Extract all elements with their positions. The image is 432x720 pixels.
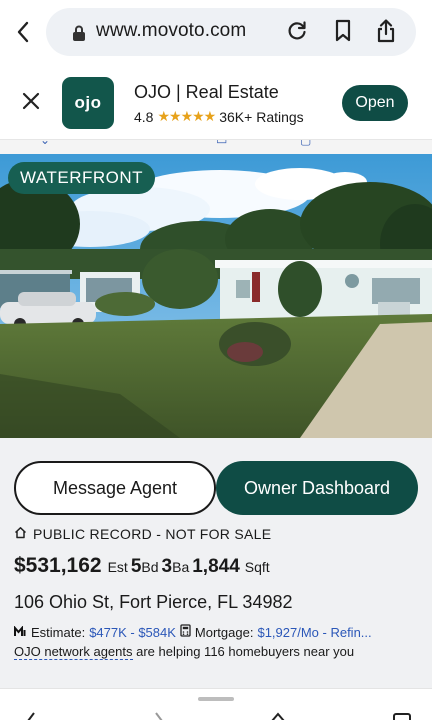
house-photo-illustration: [0, 154, 432, 438]
browser-toolbar: www.movoto.com: [0, 0, 432, 66]
app-install-banner: ojo OJO | Real Estate 4.8 ★★★★★ 36K+ Rat…: [0, 66, 432, 140]
mortgage-link[interactable]: $1,927/Mo - Refin...: [257, 625, 371, 640]
beds-count: 5: [130, 556, 142, 577]
app-rating: 4.8 ★★★★★ 36K+ Ratings: [134, 108, 304, 125]
open-app-button[interactable]: Open: [342, 85, 408, 121]
share-icon[interactable]: [376, 18, 396, 49]
sqft-count: 1,844: [192, 556, 240, 577]
network-agents-text: OJO network agents are helping 116 homeb…: [14, 644, 355, 660]
drag-handle[interactable]: [198, 697, 234, 701]
forward-nav-icon[interactable]: [150, 711, 170, 720]
waterfront-badge: WATERFRONT: [8, 162, 156, 194]
estimate-range-link[interactable]: $477K - $584K: [89, 625, 176, 640]
ratings-count: 36K+ Ratings: [219, 108, 304, 125]
strip-fragment: ⌄: [40, 140, 51, 147]
owner-dashboard-button[interactable]: Owner Dashboard: [216, 461, 418, 515]
strip-fragment: ▢: [300, 140, 312, 147]
estimate-row: Estimate: $477K - $584K Mortgage: $1,927…: [14, 624, 424, 640]
listing-details: Message Agent Owner Dashboard PUBLIC REC…: [0, 438, 432, 688]
home-nav-icon[interactable]: [268, 711, 288, 720]
bookmark-icon[interactable]: [334, 19, 352, 48]
back-icon[interactable]: [10, 18, 36, 46]
ojo-network-link[interactable]: OJO network agents: [14, 644, 133, 660]
status-text: PUBLIC RECORD - NOT FOR SALE: [33, 526, 272, 542]
listing-status: PUBLIC RECORD - NOT FOR SALE: [14, 526, 271, 542]
price-unit: Est: [107, 559, 128, 575]
message-agent-button[interactable]: Message Agent: [14, 461, 216, 515]
tabs-nav-icon[interactable]: [392, 711, 412, 720]
baths-unit: Ba: [172, 559, 190, 575]
strip-fragment: ▭: [216, 140, 228, 147]
bottom-navigation-bar: [0, 688, 432, 720]
scrolled-toolbar-strip: ⌄ ▭ ▢: [0, 140, 432, 154]
mortgage-label: Mortgage:: [194, 624, 254, 640]
back-nav-icon[interactable]: [22, 711, 42, 720]
address-bar[interactable]: www.movoto.com: [46, 8, 416, 56]
lock-icon: [72, 25, 86, 47]
app-name: OJO | Real Estate: [134, 82, 279, 102]
url-text: www.movoto.com: [96, 20, 247, 41]
estimate-label: Estimate:: [31, 624, 86, 640]
price: $531,162: [14, 554, 102, 577]
beds-unit: Bd: [141, 559, 159, 575]
movoto-m-icon: [14, 624, 27, 640]
property-photo[interactable]: WATERFRONT: [0, 154, 432, 438]
home-icon: [14, 526, 27, 542]
price-row: $531,162 Est 5 Bd 3 Ba 1,844 Sqft: [14, 554, 273, 578]
network-helping-text: are helping 116 homebuyers near you: [132, 644, 355, 659]
baths-count: 3: [161, 556, 173, 577]
rating-value: 4.8: [134, 108, 154, 125]
close-icon[interactable]: [20, 90, 42, 117]
calculator-icon: [180, 624, 191, 640]
ojo-app-icon: ojo: [62, 77, 114, 129]
rating-stars-icon: ★★★★★: [157, 108, 216, 124]
reload-icon[interactable]: [286, 20, 308, 47]
property-address: 106 Ohio St, Fort Pierce, FL 34982: [14, 592, 293, 612]
sqft-unit: Sqft: [244, 559, 270, 575]
